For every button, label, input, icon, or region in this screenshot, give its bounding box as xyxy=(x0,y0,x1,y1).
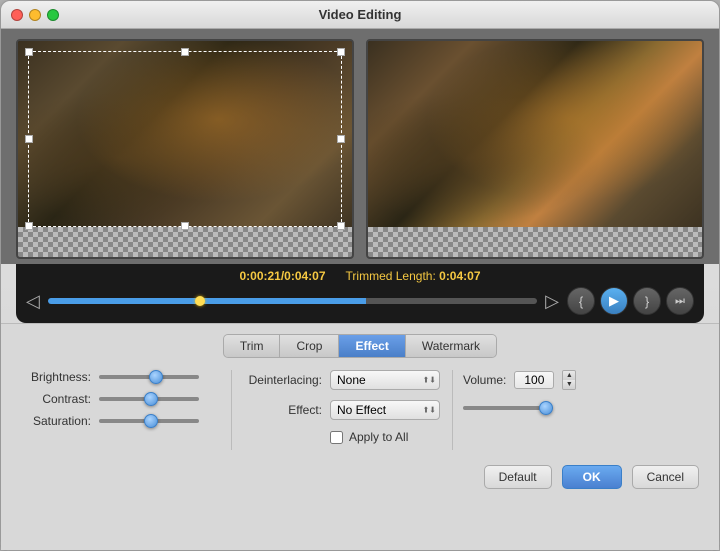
brightness-thumb[interactable] xyxy=(149,370,163,384)
tab-bar: Trim Crop Effect Watermark xyxy=(223,334,497,358)
preview-video-panel xyxy=(366,39,704,259)
video-area xyxy=(1,29,719,264)
preview-video-frame xyxy=(368,41,702,236)
deinterlacing-control: Deinterlacing: None Auto Top Field First… xyxy=(242,370,442,390)
tab-crop[interactable]: Crop xyxy=(280,335,339,357)
effect-control: Effect: No Effect Old Film Grayscale Sep… xyxy=(242,400,442,420)
time-row: 0:00:21/0:04:07 Trimmed Length: 0:04:07 xyxy=(26,269,694,287)
traffic-lights xyxy=(11,9,59,21)
tab-trim[interactable]: Trim xyxy=(224,335,281,357)
contrast-track[interactable] xyxy=(99,397,199,401)
apply-to-all-checkbox[interactable] xyxy=(330,431,343,444)
divider2 xyxy=(452,370,453,450)
trim-end-icon[interactable]: ▷ xyxy=(545,291,559,312)
window-title: Video Editing xyxy=(319,7,402,22)
cancel-button[interactable]: Cancel xyxy=(632,465,699,489)
divider xyxy=(231,370,232,450)
source-video-frame xyxy=(18,41,352,236)
mark-out-button[interactable]: } xyxy=(633,287,661,315)
volume-down-button[interactable]: ▼ xyxy=(563,380,575,389)
source-video-panel xyxy=(16,39,354,259)
trim-start-icon[interactable]: ◁ xyxy=(26,291,40,312)
play-button[interactable]: ▶ xyxy=(600,287,628,315)
contrast-control: Contrast: xyxy=(21,392,221,406)
playback-controls-bar: 0:00:21/0:04:07 Trimmed Length: 0:04:07 … xyxy=(16,264,704,323)
contrast-thumb[interactable] xyxy=(144,392,158,406)
apply-to-all-row: Apply to All xyxy=(242,430,442,444)
ok-button[interactable]: OK xyxy=(562,465,622,489)
settings-panel: Trim Crop Effect Watermark Brightness: C… xyxy=(1,323,719,550)
effect-dropdown-wrapper: No Effect Old Film Grayscale Sepia Inver… xyxy=(330,400,440,420)
minimize-button[interactable] xyxy=(29,9,41,21)
brightness-control: Brightness: xyxy=(21,370,221,384)
title-bar: Video Editing xyxy=(1,1,719,29)
transparency-checker-left xyxy=(18,227,352,257)
default-button[interactable]: Default xyxy=(484,465,552,489)
controls-main: Brightness: Contrast: Saturation: xyxy=(21,370,699,450)
deinterlacing-label: Deinterlacing: xyxy=(242,373,322,387)
volume-slider-thumb[interactable] xyxy=(539,401,553,415)
mark-in-button[interactable]: { xyxy=(567,287,595,315)
skip-end-button[interactable]: ⏭ xyxy=(666,287,694,315)
tab-watermark[interactable]: Watermark xyxy=(406,335,496,357)
volume-input[interactable] xyxy=(514,371,554,389)
volume-control: Volume: ▲ ▼ xyxy=(463,370,576,390)
timeline-thumb[interactable] xyxy=(195,296,205,306)
current-time: 0:00:21/0:04:07 xyxy=(239,269,325,283)
left-controls: Brightness: Contrast: Saturation: xyxy=(21,370,221,428)
saturation-control: Saturation: xyxy=(21,414,221,428)
saturation-label: Saturation: xyxy=(21,414,91,428)
deinterlacing-dropdown-wrapper: None Auto Top Field First Bottom Field F… xyxy=(330,370,440,390)
deinterlacing-select[interactable]: None Auto Top Field First Bottom Field F… xyxy=(330,370,440,390)
maximize-button[interactable] xyxy=(47,9,59,21)
saturation-track[interactable] xyxy=(99,419,199,423)
effect-select[interactable]: No Effect Old Film Grayscale Sepia Inver… xyxy=(330,400,440,420)
tab-effect[interactable]: Effect xyxy=(339,335,405,357)
volume-label: Volume: xyxy=(463,373,506,387)
effect-label: Effect: xyxy=(242,403,322,417)
contrast-label: Contrast: xyxy=(21,392,91,406)
brightness-track[interactable] xyxy=(99,375,199,379)
volume-spinner: ▲ ▼ xyxy=(562,370,576,390)
apply-to-all-label: Apply to All xyxy=(349,430,408,444)
main-window: Video Editing 0:00:21/0:0 xyxy=(0,0,720,551)
tabs-row: Trim Crop Effect Watermark xyxy=(21,334,699,358)
transport-buttons: { ▶ } ⏭ xyxy=(567,287,694,315)
right-controls: Volume: ▲ ▼ xyxy=(463,370,576,410)
volume-slider-track[interactable] xyxy=(463,406,553,410)
close-button[interactable] xyxy=(11,9,23,21)
timeline-track[interactable] xyxy=(48,298,537,304)
timeline-row: ◁ ▷ { ▶ } ⏭ xyxy=(26,287,694,315)
bottom-buttons: Default OK Cancel xyxy=(21,465,699,489)
saturation-thumb[interactable] xyxy=(144,414,158,428)
brightness-label: Brightness: xyxy=(21,370,91,384)
transparency-checker-right xyxy=(368,227,702,257)
trimmed-length-label: Trimmed Length: 0:04:07 xyxy=(346,269,481,283)
middle-controls: Deinterlacing: None Auto Top Field First… xyxy=(242,370,442,444)
volume-up-button[interactable]: ▲ xyxy=(563,371,575,380)
